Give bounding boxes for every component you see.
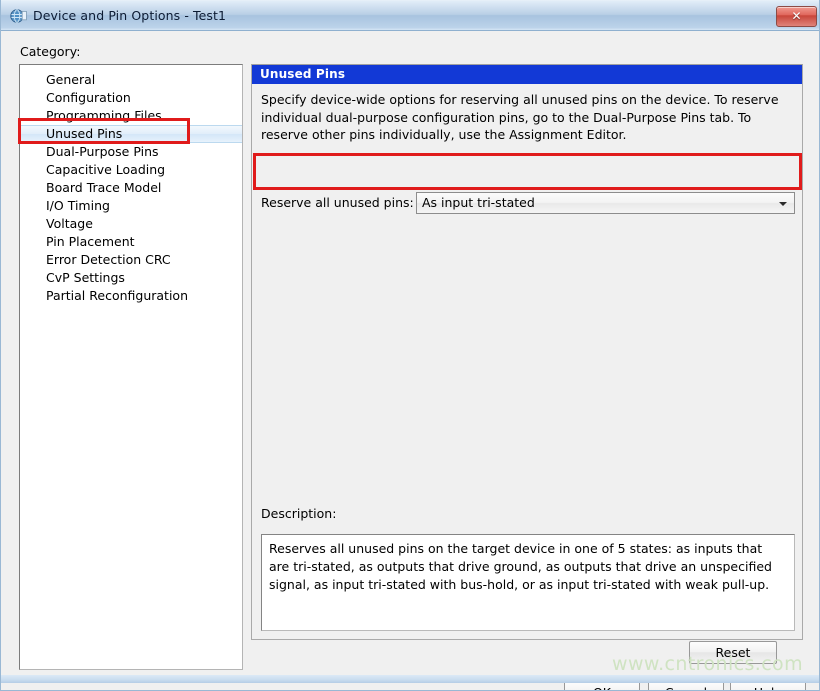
description-textbox: Reserves all unused pins on the target d… <box>261 534 795 631</box>
title-bar: Device and Pin Options - Test1 ✕ <box>1 0 820 31</box>
category-item-general[interactable]: General <box>20 71 242 89</box>
reserve-all-unused-pins-label: Reserve all unused pins: <box>261 195 414 210</box>
category-item-error-detection-crc[interactable]: Error Detection CRC <box>20 251 242 269</box>
quartus-globe-icon <box>10 8 27 25</box>
category-item-io-timing[interactable]: I/O Timing <box>20 197 242 215</box>
category-item-board-trace-model[interactable]: Board Trace Model <box>20 179 242 197</box>
unused-pins-panel: Unused Pins Specify device-wide options … <box>251 64 803 640</box>
panel-header-bar: Unused Pins <box>252 65 802 84</box>
device-and-pin-options-dialog: Device and Pin Options - Test1 ✕ Categor… <box>0 0 820 691</box>
panel-header-title: Unused Pins <box>260 67 345 81</box>
close-icon: ✕ <box>777 8 816 24</box>
panel-description-text: Specify device-wide options for reservin… <box>261 91 794 144</box>
category-list[interactable]: General Configuration Programming Files … <box>19 64 243 670</box>
category-item-configuration[interactable]: Configuration <box>20 89 242 107</box>
description-textbox-text: Reserves all unused pins on the target d… <box>269 540 781 594</box>
chevron-down-icon[interactable] <box>774 194 792 212</box>
reserve-all-unused-pins-dropdown[interactable]: As input tri-stated <box>416 192 795 214</box>
description-label: Description: <box>261 506 336 521</box>
category-item-unused-pins[interactable]: Unused Pins <box>20 125 242 143</box>
category-item-programming-files[interactable]: Programming Files <box>20 107 242 125</box>
reserve-all-unused-pins-value: As input tri-stated <box>422 195 535 210</box>
window-bottom-border <box>1 675 820 683</box>
category-item-cvp-settings[interactable]: CvP Settings <box>20 269 242 287</box>
category-item-capacitive-loading[interactable]: Capacitive Loading <box>20 161 242 179</box>
category-item-dual-purpose-pins[interactable]: Dual-Purpose Pins <box>20 143 242 161</box>
category-item-voltage[interactable]: Voltage <box>20 215 242 233</box>
reserve-all-unused-pins-row: Reserve all unused pins: As input tri-st… <box>261 192 795 214</box>
category-label: Category: <box>20 44 80 59</box>
close-button[interactable]: ✕ <box>776 6 817 27</box>
category-item-partial-reconfiguration[interactable]: Partial Reconfiguration <box>20 287 242 305</box>
window-title: Device and Pin Options - Test1 <box>33 8 226 23</box>
category-item-pin-placement[interactable]: Pin Placement <box>20 233 242 251</box>
reset-button[interactable]: Reset <box>689 641 777 664</box>
dialog-client-area: Category: General Configuration Programm… <box>1 31 820 683</box>
